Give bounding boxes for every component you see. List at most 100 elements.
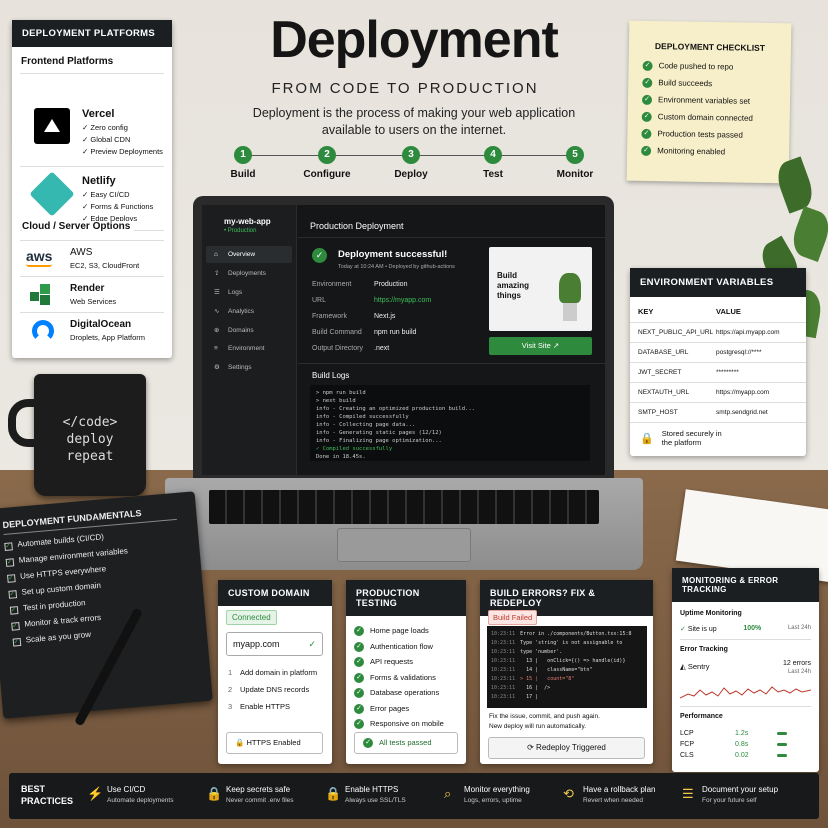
- sidebar-item-analytics[interactable]: ∿ Analytics: [206, 302, 292, 320]
- error-line: 10:23:11 14 | className="btn": [491, 667, 593, 673]
- monitoring-card: MONITORING & ERROR TRACKING Uptime Monit…: [672, 568, 819, 772]
- checkbox-icon: ✓: [4, 542, 13, 551]
- check-icon: ✓: [354, 703, 364, 714]
- build-failed-badge: Build Failed: [488, 610, 538, 625]
- https-status: 🔒 HTTPS Enabled: [226, 732, 323, 754]
- deployment-heading: Production Deployment: [310, 221, 404, 231]
- deploy-detail-row: Framework Next.js: [312, 313, 431, 329]
- test-item: ✓ Home page loads: [354, 626, 466, 637]
- practice-title: Have a rollback plan: [583, 785, 656, 794]
- vercel-feature: ✓ Global CDN: [82, 135, 131, 144]
- checklist-item: ✓ Build succeeds: [642, 77, 790, 91]
- lock-icon: 🔒: [640, 432, 654, 445]
- site-preview: Build amazing things: [489, 247, 592, 331]
- lock-icon: 🔒: [235, 738, 245, 747]
- detail-label: Build Command: [312, 329, 362, 336]
- domain-step: 2 Update DNS records: [228, 685, 310, 694]
- error-line: 10:23:11 > 15 | count="8": [491, 676, 575, 682]
- env-footer-2: the platform: [661, 438, 702, 447]
- visit-site-button[interactable]: Visit Site ↗: [489, 337, 592, 355]
- metric-bar: [777, 754, 787, 757]
- netlify-feature: ✓ Forms & Functions: [82, 202, 154, 211]
- nav-icon: ⊕: [214, 327, 220, 334]
- mug-line-1: </code>: [62, 415, 118, 430]
- practice-desc: Automate deployments: [107, 797, 174, 804]
- domain-input[interactable]: myapp.com ✓: [226, 632, 323, 656]
- practice-icon: ⚡: [87, 786, 104, 801]
- monitoring-title: MONITORING & ERROR TRACKING: [672, 568, 819, 602]
- metric-row: CLS 0.02: [680, 750, 811, 761]
- practice-desc: Revert when needed: [583, 797, 643, 804]
- vercel-name: Vercel: [82, 108, 115, 120]
- sidebar-item-logs[interactable]: ☰ Logs: [206, 283, 292, 301]
- netlify-logo: [29, 171, 75, 217]
- refresh-icon: ⟳: [527, 743, 534, 752]
- render-name: Render: [70, 283, 105, 294]
- practice-desc: Logs, errors, uptime: [464, 797, 522, 804]
- sidebar-item-deployments[interactable]: ⇪ Deployments: [206, 264, 292, 282]
- deploy-detail-row: Build Command npm run build: [312, 329, 431, 345]
- testing-title: PRODUCTION TESTING: [346, 580, 466, 616]
- deploy-detail-row: Environment Production: [312, 281, 431, 297]
- practice-icon: ⟲: [563, 786, 574, 801]
- metric-bar: [777, 743, 787, 746]
- error-line: 10:23:11 16 | />: [491, 685, 551, 691]
- log-line: info - Creating an optimized production …: [316, 406, 475, 412]
- practice-title: Enable HTTPS: [345, 785, 399, 794]
- platforms-card: DEPLOYMENT PLATFORMS Frontend Platforms …: [12, 20, 172, 358]
- error-line: 10:23:11 type 'number'.: [491, 649, 563, 655]
- practice-title: Monitor everything: [464, 785, 530, 794]
- detail-value: npm run build: [374, 329, 417, 336]
- uptime-row: ✓ Site is up 100% Last 24h: [680, 625, 811, 640]
- practice-icon: ☰: [682, 786, 694, 801]
- vercel-feature: ✓ Preview Deployments: [82, 147, 163, 156]
- practices-title-1: BEST: [21, 784, 46, 794]
- uptime-heading: Uptime Monitoring: [680, 610, 742, 617]
- error-output: 10:23:11 Error in ./components/Button.tsx…: [487, 626, 647, 708]
- env-value: https://api.myapp.com: [716, 329, 780, 336]
- practice-desc: Always use SSL/TLS: [345, 797, 406, 804]
- sentry-icon: ◭: [680, 662, 686, 671]
- check-icon: ✓: [354, 641, 364, 652]
- detail-value[interactable]: https://myapp.com: [374, 297, 431, 313]
- detail-value: Production: [374, 281, 408, 288]
- errors-count: 12 errors: [782, 660, 811, 667]
- practice-desc: For your future self: [702, 797, 757, 804]
- metric-bar: [777, 732, 787, 735]
- detail-label: Framework: [312, 313, 348, 320]
- env-footer-1: Stored securely in: [661, 429, 722, 438]
- error-tracking-heading: Error Tracking: [680, 646, 728, 653]
- detail-value: .next: [374, 345, 390, 352]
- step-2-label: Configure: [303, 169, 351, 180]
- check-icon: ✓: [642, 60, 653, 72]
- domain-status-badge: Connected: [226, 610, 277, 625]
- step-1-label: Build: [230, 169, 256, 180]
- sidebar-item-settings[interactable]: ⚙ Settings: [206, 358, 292, 376]
- log-line: info - Finalizing page optimization...: [316, 438, 442, 444]
- check-icon: ✓: [354, 672, 364, 683]
- success-message: Deployment successful!: [338, 249, 448, 260]
- env-value: https://myapp.com: [716, 389, 770, 396]
- check-icon: ✓: [354, 657, 364, 668]
- error-line: 10:23:11 Error in ./components/Button.tsx…: [491, 631, 632, 637]
- platforms-title: DEPLOYMENT PLATFORMS: [12, 20, 172, 47]
- preview-headline: Build amazing things: [497, 271, 530, 300]
- env-variables-card: ENVIRONMENT VARIABLES KEY VALUE NEXT_PUB…: [630, 268, 806, 456]
- sidebar-item-environment[interactable]: ≡ Environment: [206, 340, 292, 357]
- sidebar-item-overview[interactable]: ⌂ Overview: [206, 246, 292, 263]
- env-row: JWT_SECRET *********: [630, 363, 806, 383]
- sidebar-item-domains[interactable]: ⊕ Domains: [206, 321, 292, 339]
- env-value: *********: [716, 369, 739, 376]
- env-key: NEXTAUTH_URL: [638, 389, 690, 396]
- coffee-mug: </code> deploy repeat: [8, 374, 146, 496]
- best-practices-bar: BEST PRACTICES ⚡ Use CI/CD Automate deploy…: [9, 773, 819, 819]
- checklist-title: DEPLOYMENT CHECKLIST: [654, 41, 766, 53]
- redeploy-button[interactable]: ⟳ Redeploy Triggered: [488, 737, 645, 759]
- check-icon: ✓: [308, 639, 316, 649]
- build-logs: > npm run build > next build info - Creati…: [310, 385, 590, 461]
- step-5-circle: 5: [566, 146, 584, 164]
- detail-label: Output Directory: [312, 345, 363, 352]
- log-line: > npm run build: [316, 390, 366, 396]
- env-row: SMTP_HOST smtp.sendgrid.net: [630, 403, 806, 423]
- sidebar: my-web-app • Production ⌂ Overview ⇪ Deploy…: [202, 205, 297, 475]
